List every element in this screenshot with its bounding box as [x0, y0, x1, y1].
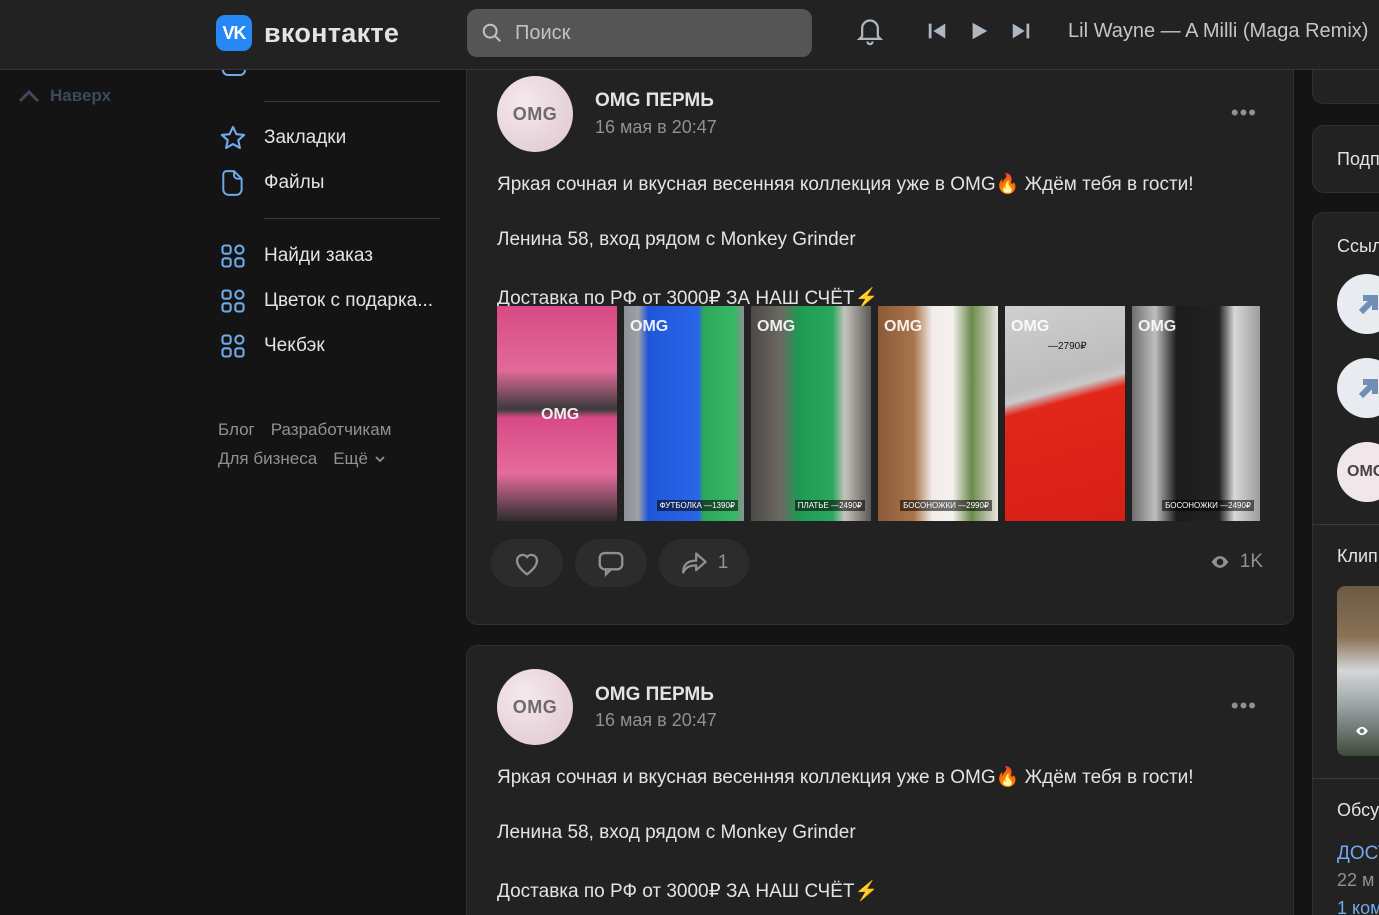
link-avatar[interactable] [1337, 274, 1379, 334]
views-count: 1K [1239, 551, 1263, 572]
link-arrow-icon [1358, 295, 1378, 315]
nav-divider [264, 101, 440, 102]
post-photo[interactable]: OMG —2790₽ [1005, 306, 1125, 521]
search-icon [482, 23, 501, 42]
right-section-discussions[interactable]: Обсу [1337, 800, 1379, 821]
audio-player [926, 20, 1032, 42]
eye-icon [1211, 556, 1229, 568]
discussion-date: 22 м [1337, 870, 1375, 890]
photo-watermark: OMG [884, 318, 923, 335]
post-text-line: Доставка по РФ от 3000₽ ЗА НАШ СЧЁТ⚡ [497, 881, 879, 902]
post-author-avatar[interactable]: OMG [497, 76, 573, 152]
photo-watermark: OMG [630, 318, 669, 335]
right-divider [1313, 524, 1379, 525]
footer-link-blog[interactable]: Блог [218, 420, 255, 439]
like-button[interactable] [491, 539, 563, 587]
share-count: 1 [717, 552, 729, 573]
nav-item-label: Найди заказ [264, 245, 373, 266]
clip-thumbnail[interactable] [1337, 586, 1379, 756]
search-box[interactable] [467, 9, 812, 57]
apps-icon [218, 241, 248, 271]
post-photo[interactable]: OMG БОСОНОЖКИ —2990₽ [878, 306, 998, 521]
nav-divider [264, 218, 440, 219]
comment-icon [598, 551, 624, 577]
top-header: VK вконтакте Lil Wayne — A Milli (Maga R… [0, 0, 1379, 70]
post-text-line: Яркая сочная и вкусная весенняя коллекци… [497, 174, 1194, 195]
nav-item-label: Файлы [264, 172, 325, 193]
nav-item-bookmarks[interactable]: Закладки [218, 123, 346, 153]
post-text-line: Яркая сочная и вкусная весенняя коллекци… [497, 767, 1194, 788]
link-arrow-icon [1358, 379, 1378, 399]
apps-icon [218, 286, 248, 316]
discussion-title[interactable]: ДОСТ [1337, 843, 1379, 865]
eye-icon [1356, 726, 1368, 736]
nav-item-files[interactable]: Файлы [218, 168, 324, 198]
photo-price-tag: —2790₽ [1048, 341, 1087, 352]
nav-item-label: Цветок с подарка... [264, 290, 434, 311]
post-photo-gallery: OMG OMG ФУТБОЛКА —1390₽ OMG ПЛАТЬЕ —2490… [497, 306, 1260, 521]
footer-link-business[interactable]: Для бизнеса [218, 449, 317, 469]
post-more-icon[interactable]: ••• [1231, 100, 1257, 126]
photo-watermark: OMG [541, 406, 580, 423]
post-text-line: Ленина 58, вход рядом с Monkey Grinder [497, 822, 856, 843]
photo-price-tag: БОСОНОЖКИ —2990₽ [900, 500, 992, 511]
post-text-line: Ленина 58, вход рядом с Monkey Grinder [497, 229, 856, 250]
post-photo[interactable]: OMG БОСОНОЖКИ —2490₽ [1132, 306, 1260, 521]
chevron-up-icon [18, 89, 40, 103]
post-more-icon[interactable]: ••• [1231, 693, 1257, 719]
footer-link-more[interactable]: Ещё [333, 449, 368, 469]
file-icon [218, 168, 248, 198]
post-views: 1K [1210, 551, 1263, 573]
post-actions: 1 [491, 539, 749, 587]
notifications-bell-icon[interactable] [854, 14, 886, 53]
search-input[interactable] [515, 21, 795, 45]
right-divider [1313, 778, 1379, 779]
play-icon[interactable] [968, 20, 990, 42]
chevron-down-icon [375, 456, 385, 463]
nav-item-find-order[interactable]: Найди заказ [218, 241, 373, 271]
photo-watermark: OMG [1011, 318, 1050, 335]
heart-icon [515, 553, 539, 576]
nav-item-cashback[interactable]: Чекбэк [218, 331, 325, 361]
photo-price-tag: ФУТБОЛКА —1390₽ [656, 500, 738, 511]
now-playing-track[interactable]: Lil Wayne — A Milli (Maga Remix) [1068, 20, 1368, 43]
share-button[interactable]: 1 [659, 539, 749, 587]
post-photo[interactable]: OMG ФУТБОЛКА —1390₽ [624, 306, 744, 521]
nav-item-label: Закладки [264, 127, 347, 148]
right-section-links[interactable]: Ссыл [1337, 236, 1379, 257]
next-track-icon[interactable] [1010, 20, 1032, 42]
post-date[interactable]: 16 мая в 20:47 [595, 117, 717, 138]
post-author-name[interactable]: OMG ПЕРМЬ [595, 684, 714, 706]
vk-logo[interactable]: VK вконтакте [216, 15, 399, 51]
vk-logo-text: вконтакте [264, 17, 400, 48]
feed-post: OMG OMG ПЕРМЬ 16 мая в 20:47 ••• Яркая с… [466, 52, 1294, 625]
link-avatar[interactable] [1337, 358, 1379, 418]
footer-links-row1: Блог Разработчикам [218, 420, 407, 440]
scroll-to-top-button[interactable]: Наверх [18, 86, 111, 106]
photo-watermark: OMG [1138, 318, 1177, 335]
footer-links-row2: Для бизнеса Ещё [218, 449, 386, 469]
post-date[interactable]: 16 мая в 20:47 [595, 710, 717, 731]
apps-icon [218, 331, 248, 361]
post-author-avatar[interactable]: OMG [497, 669, 573, 745]
footer-link-developers[interactable]: Разработчикам [271, 420, 392, 439]
previous-track-icon[interactable] [926, 20, 948, 42]
discussion-comments[interactable]: 1 ком [1337, 898, 1379, 915]
nav-item-flower-gift[interactable]: Цветок с подарка... [218, 286, 433, 316]
photo-watermark: OMG [757, 318, 796, 335]
share-icon [681, 552, 707, 574]
photo-price-tag: ПЛАТЬЕ —2490₽ [794, 500, 865, 511]
scroll-to-top-label: Наверх [50, 86, 112, 105]
right-section-clips[interactable]: Клип [1337, 546, 1378, 567]
feed-post: OMG OMG ПЕРМЬ 16 мая в 20:47 ••• Яркая с… [466, 645, 1294, 915]
photo-price-tag: БОСОНОЖКИ —2490₽ [1162, 500, 1254, 511]
star-icon [218, 123, 248, 153]
post-photo[interactable]: OMG ПЛАТЬЕ —2490₽ [751, 306, 871, 521]
post-photo[interactable]: OMG [497, 306, 617, 521]
right-section-subscribe[interactable]: Подп [1337, 149, 1379, 170]
nav-item-label: Чекбэк [264, 335, 325, 356]
vk-logo-icon: VK [216, 15, 252, 51]
comment-button[interactable] [575, 539, 647, 587]
post-author-name[interactable]: OMG ПЕРМЬ [595, 90, 714, 112]
